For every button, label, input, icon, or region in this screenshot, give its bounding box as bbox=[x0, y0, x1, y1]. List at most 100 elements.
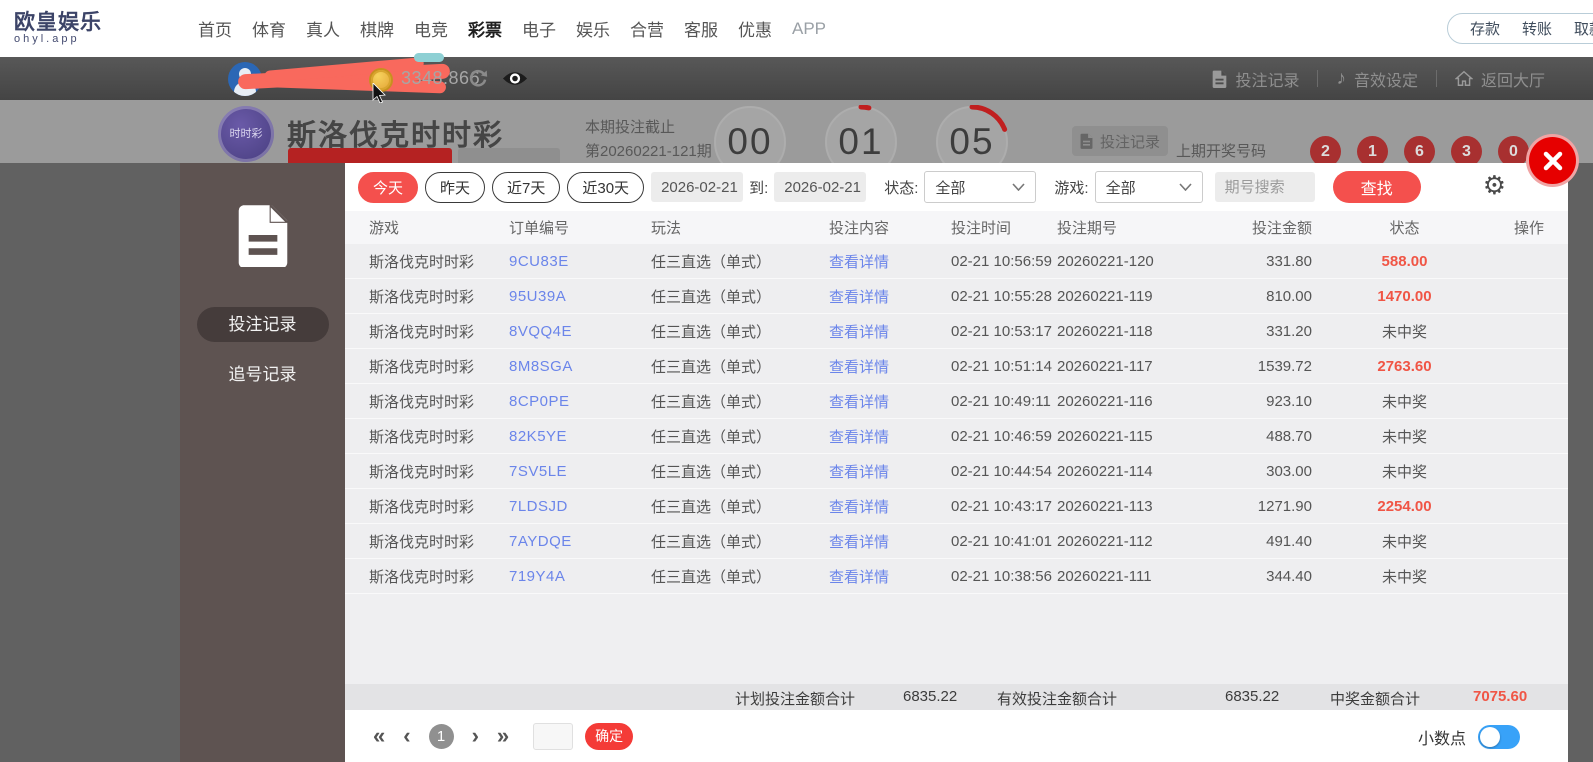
current-page-badge: 1 bbox=[428, 723, 454, 749]
decimal-toggle[interactable] bbox=[1478, 725, 1520, 749]
cell-order-id[interactable]: 719Y4A bbox=[509, 568, 651, 585]
cell-order-id[interactable]: 8VQQ4E bbox=[509, 323, 651, 340]
gear-icon[interactable]: ⚙ bbox=[1483, 172, 1506, 198]
userbar-links: 投注记录 ♪ 音效设定 返回大厅 bbox=[1212, 57, 1545, 100]
cell-game: 斯洛伐克时时彩 bbox=[369, 358, 475, 376]
nav-item-电子[interactable]: 电子 bbox=[522, 16, 556, 41]
refresh-balance-icon[interactable] bbox=[468, 68, 488, 93]
cell-game: 斯洛伐克时时彩 bbox=[369, 288, 475, 306]
pagination-bar: « ‹ 1 › » 确定 小数点 bbox=[345, 710, 1568, 762]
cell-game: 斯洛伐克时时彩 bbox=[369, 253, 475, 271]
nav-item-棋牌[interactable]: 棋牌 bbox=[360, 16, 394, 41]
mouse-cursor-icon bbox=[372, 82, 386, 108]
next-page-button[interactable]: › bbox=[472, 725, 479, 747]
date-from-input[interactable] bbox=[651, 172, 744, 202]
status-select[interactable]: 全部 bbox=[924, 171, 1037, 203]
quick-filter-今天[interactable]: 今天 bbox=[358, 171, 419, 203]
column-header-操作: 操作 bbox=[1513, 220, 1544, 237]
back-to-lobby-link[interactable]: 返回大厅 bbox=[1454, 67, 1545, 91]
cell-order-id[interactable]: 8CP0PE bbox=[509, 393, 651, 410]
cell-order-id[interactable]: 95U39A bbox=[509, 288, 651, 305]
quick-filters: 今天 昨天 近7天 近30天 bbox=[358, 171, 651, 203]
nav-item-合营[interactable]: 合营 bbox=[630, 16, 664, 41]
view-detail-link[interactable]: 查看详情 bbox=[829, 324, 889, 341]
cell-bet-time: 02-21 10:49:11 bbox=[951, 392, 1051, 410]
document-icon bbox=[1080, 133, 1093, 149]
top-navbar: 欧皇娱乐 ohyl.app 首页 体育 真人 棋牌 电竞 彩票 电子 娱乐 合营 客服 优惠 APP … bbox=[0, 0, 1593, 57]
column-header-投注金额: 投注金额 bbox=[1251, 220, 1312, 237]
deadline-label: 本期投注截止 bbox=[585, 119, 676, 136]
table-row: 斯洛伐克时时彩 95U39A 任三直选（单式） 查看详情 02-21 10:55… bbox=[345, 279, 1568, 314]
nav-item-娱乐[interactable]: 娱乐 bbox=[576, 16, 610, 41]
sidebar-item-追号记录[interactable]: 追号记录 bbox=[229, 360, 297, 385]
cell-order-id[interactable]: 7AYDQE bbox=[509, 533, 651, 550]
planned-total-label: 计划投注金额合计 bbox=[735, 691, 856, 708]
view-detail-link[interactable]: 查看详情 bbox=[829, 499, 889, 516]
table-header: 游戏 订单编号 玩法 投注内容 投注时间 投注期号 投注金额 状态 操作 bbox=[345, 211, 1568, 244]
active-tab-indicator bbox=[414, 53, 444, 62]
nav-item-体育[interactable]: 体育 bbox=[252, 16, 286, 41]
view-detail-link[interactable]: 查看详情 bbox=[829, 429, 889, 446]
cell-order-id[interactable]: 82K5YE bbox=[509, 428, 651, 445]
chevron-down-icon bbox=[1012, 183, 1025, 191]
cell-order-id[interactable]: 9CU83E bbox=[509, 253, 651, 270]
cell-play-type: 任三直选（单式） bbox=[651, 463, 772, 481]
cell-status: 未中奖 bbox=[1381, 463, 1427, 481]
game-select[interactable]: 全部 bbox=[1094, 171, 1203, 203]
cell-status: 1470.00 bbox=[1377, 287, 1432, 305]
home-icon bbox=[1454, 70, 1473, 86]
sound-settings-link[interactable]: ♪ 音效设定 bbox=[1336, 67, 1418, 91]
sidebar-item-投注记录[interactable]: 投注记录 bbox=[196, 307, 329, 342]
nav-item-首页[interactable]: 首页 bbox=[198, 16, 232, 41]
cell-bet-time: 02-21 10:38:56 bbox=[951, 567, 1052, 585]
cell-order-id[interactable]: 7SV5LE bbox=[509, 463, 651, 480]
prev-page-button[interactable]: ‹ bbox=[403, 725, 410, 747]
cell-period: 20260221-117 bbox=[1057, 357, 1153, 375]
view-detail-link[interactable]: 查看详情 bbox=[829, 289, 889, 306]
cell-period: 20260221-112 bbox=[1057, 532, 1153, 550]
cell-period: 20260221-120 bbox=[1057, 252, 1154, 270]
nav-item-真人[interactable]: 真人 bbox=[306, 16, 340, 41]
nav-item-APP[interactable]: APP bbox=[792, 19, 826, 39]
nav-item-电竞[interactable]: 电竞 bbox=[414, 16, 448, 41]
page-number-input[interactable] bbox=[533, 722, 574, 750]
table-row: 斯洛伐克时时彩 8VQQ4E 任三直选（单式） 查看详情 02-21 10:53… bbox=[345, 314, 1568, 349]
wallet-action-取款[interactable]: 取款 bbox=[1574, 18, 1593, 39]
bet-records-button-dimmed[interactable]: 投注记录 bbox=[1072, 126, 1168, 156]
confirm-page-button[interactable]: 确定 bbox=[585, 722, 634, 750]
eye-icon[interactable] bbox=[502, 70, 528, 92]
wallet-action-转账[interactable]: 转账 bbox=[1522, 18, 1552, 39]
period-search-input[interactable] bbox=[1214, 172, 1315, 202]
wallet-actions: 存款 转账 取款 bbox=[1446, 13, 1593, 44]
column-header-投注期号: 投注期号 bbox=[1057, 220, 1118, 237]
search-button[interactable]: 查找 bbox=[1332, 171, 1421, 203]
quick-filter-昨天[interactable]: 昨天 bbox=[425, 171, 486, 203]
last-page-button[interactable]: » bbox=[497, 725, 509, 747]
wallet-action-存款[interactable]: 存款 bbox=[1470, 18, 1500, 39]
table-row: 斯洛伐克时时彩 7AYDQE 任三直选（单式） 查看详情 02-21 10:41… bbox=[345, 524, 1568, 559]
quick-filter-近7天[interactable]: 近7天 bbox=[492, 171, 561, 203]
cell-period: 20260221-114 bbox=[1057, 462, 1153, 480]
view-detail-link[interactable]: 查看详情 bbox=[829, 464, 889, 481]
bet-button-sliver bbox=[288, 148, 452, 163]
quick-filter-近30天[interactable]: 近30天 bbox=[567, 171, 645, 203]
date-to-input[interactable] bbox=[774, 172, 867, 202]
view-detail-link[interactable]: 查看详情 bbox=[829, 359, 889, 376]
view-detail-link[interactable]: 查看详情 bbox=[829, 569, 889, 586]
nav-item-客服[interactable]: 客服 bbox=[684, 16, 718, 41]
nav-item-优惠[interactable]: 优惠 bbox=[738, 16, 772, 41]
cell-order-id[interactable]: 8M8SGA bbox=[509, 358, 651, 375]
view-detail-link[interactable]: 查看详情 bbox=[829, 254, 889, 271]
brand-logo[interactable]: 欧皇娱乐 ohyl.app bbox=[14, 11, 102, 46]
nav-item-彩票[interactable]: 彩票 bbox=[468, 16, 502, 41]
modal-overlay-right bbox=[1568, 163, 1593, 762]
bet-records-link[interactable]: 投注记录 bbox=[1212, 67, 1299, 91]
cell-amount: 344.40 bbox=[1266, 567, 1312, 585]
first-page-button[interactable]: « bbox=[373, 725, 385, 747]
view-detail-link[interactable]: 查看详情 bbox=[829, 394, 889, 411]
close-modal-button[interactable] bbox=[1529, 137, 1576, 184]
win-total-label: 中奖金额合计 bbox=[1330, 691, 1421, 708]
view-detail-link[interactable]: 查看详情 bbox=[829, 534, 889, 551]
cell-amount: 331.20 bbox=[1266, 322, 1312, 340]
cell-order-id[interactable]: 7LDSJD bbox=[509, 498, 651, 515]
